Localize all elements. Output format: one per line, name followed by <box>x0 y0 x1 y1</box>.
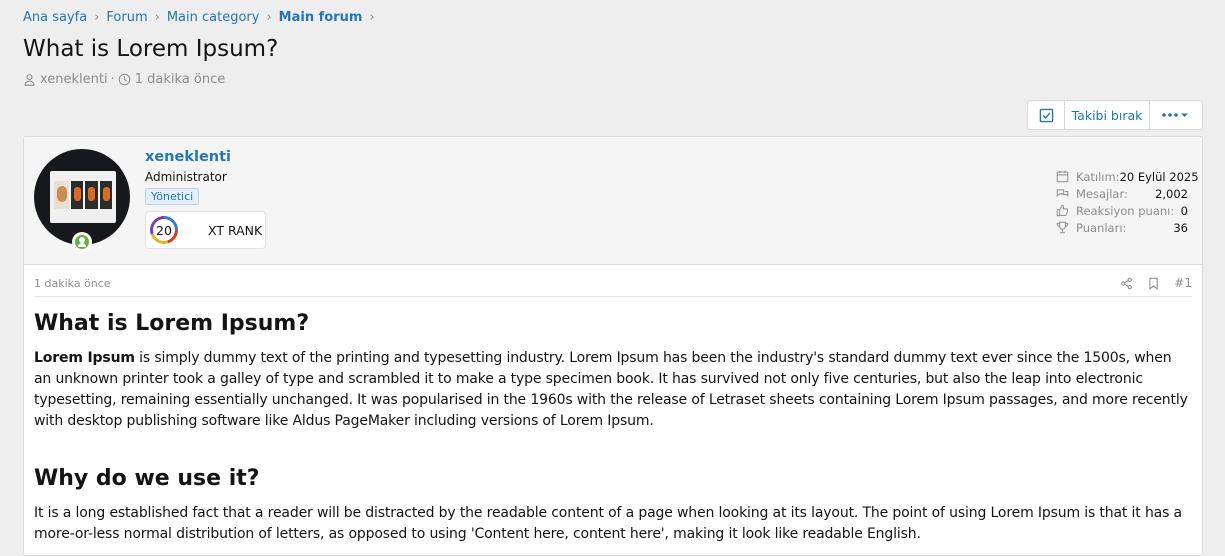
chevron-right-icon: › <box>94 10 100 25</box>
thread-author-link[interactable]: xeneklenti <box>40 72 108 87</box>
post-number-link[interactable]: #1 <box>1174 276 1192 290</box>
post-body: What is Lorem Ipsum? Lorem Ipsum is simp… <box>24 311 1202 545</box>
post-user-header: xeneklenti Administrator Yönetici 20 XT … <box>24 137 1202 265</box>
user-stat-reactions: Reaksiyon puanı: 0 <box>1056 202 1188 219</box>
more-options-icon <box>1162 113 1188 117</box>
post-tools: #1 <box>1120 276 1192 290</box>
bookmark-icon[interactable] <box>1147 277 1160 290</box>
user-title: Administrator <box>145 170 227 184</box>
select-thread-button[interactable] <box>1028 101 1065 129</box>
breadcrumb: Ana sayfa › Forum › Main category › Main… <box>23 10 382 25</box>
checkbox-icon <box>1039 108 1053 122</box>
post: xeneklenti Administrator Yönetici 20 XT … <box>23 136 1203 556</box>
rank-number: 20 <box>153 219 175 241</box>
unwatch-button[interactable]: Takibi bırak <box>1065 101 1150 129</box>
post-heading: What is Lorem Ipsum? <box>34 311 310 336</box>
breadcrumb-current-forum-link[interactable]: Main forum <box>279 10 363 25</box>
breadcrumb-category-link[interactable]: Main category <box>167 10 260 25</box>
rank-label: XT RANK <box>208 222 263 238</box>
post-heading: Why do we use it? <box>34 466 260 491</box>
user-stat-joined: Katılım: 20 Eylül 2025 <box>1056 168 1199 185</box>
calendar-icon <box>1056 170 1069 183</box>
post-username-link[interactable]: xeneklenti <box>145 149 231 165</box>
messages-icon <box>1056 189 1069 197</box>
chevron-right-icon: › <box>369 10 375 25</box>
post-paragraph: It is a long established fact that a rea… <box>34 505 1182 542</box>
user-rank-box: 20 XT RANK <box>145 211 266 249</box>
online-status-icon <box>72 232 92 252</box>
bold-text: Lorem Ipsum <box>34 350 135 366</box>
user-stat-points: Puanları: 36 <box>1056 219 1188 236</box>
avatar[interactable] <box>34 149 130 245</box>
separator-dot: · <box>110 72 115 87</box>
breadcrumb-home-link[interactable]: Ana sayfa <box>23 10 87 25</box>
user-stats: Katılım: 20 Eylül 2025 Mesajlar: 2,002 R… <box>1056 168 1199 236</box>
thumbs-up-icon <box>1056 204 1069 217</box>
thread-meta: xeneklenti · 1 dakika önce <box>23 72 225 87</box>
post-time-link[interactable]: 1 dakika önce <box>34 277 111 290</box>
user-stat-messages: Mesajlar: 2,002 <box>1056 185 1188 202</box>
clock-icon <box>118 73 131 86</box>
post-meta-bar: 1 dakika önce #1 <box>34 265 1192 297</box>
paragraph-text: is simply dummy text of the printing and… <box>34 350 1188 429</box>
avatar-image <box>50 171 116 223</box>
user-icon <box>24 74 35 86</box>
share-icon[interactable] <box>1120 277 1133 290</box>
post-paragraph: Lorem Ipsum is simply dummy text of the … <box>34 348 1192 432</box>
more-options-button[interactable] <box>1150 101 1202 129</box>
thread-actions: Takibi bırak <box>1027 100 1203 130</box>
breadcrumb-forum-link[interactable]: Forum <box>106 10 147 25</box>
thread-page: Ana sayfa › Forum › Main category › Main… <box>0 0 1225 556</box>
chevron-right-icon: › <box>154 10 160 25</box>
chevron-right-icon: › <box>266 10 272 25</box>
trophy-icon <box>1056 221 1069 234</box>
page-title: What is Lorem Ipsum? <box>23 36 279 62</box>
thread-time-link[interactable]: 1 dakika önce <box>135 72 226 87</box>
user-role-badge: Yönetici <box>145 188 200 205</box>
rank-ring-icon: 20 <box>150 216 178 244</box>
